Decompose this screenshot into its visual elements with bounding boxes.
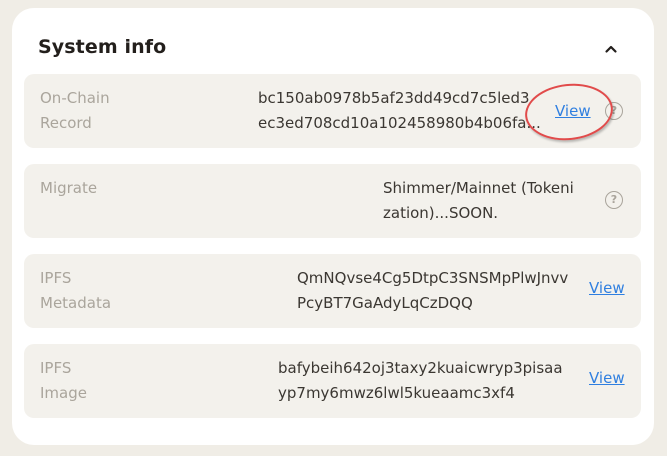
view-link[interactable]: View [589,279,625,297]
question-circle-icon[interactable]: ? [605,191,623,209]
ipfs-metadata-row: IPFS Metadata QmNQvse4Cg5DtpC3SNSMpPlwJn… [24,254,641,328]
value-line: bc150ab0978b5af23dd49cd7c5led3 [258,89,530,107]
row-value: QmNQvse4Cg5DtpC3SNSMpPlwJnvv PcyBT7GaAdy… [297,266,589,316]
value-line: ec3ed708cd10a102458980b4b06fa... [258,114,541,132]
question-circle-icon[interactable]: ? [605,102,623,120]
row-label: IPFS Image [40,359,87,402]
view-link[interactable]: View [555,102,591,120]
system-info-panel: System info On-Chain Record bc150ab0978b… [12,8,654,445]
value-line: zation)...SOON. [383,204,499,222]
value-line: QmNQvse4Cg5DtpC3SNSMpPlwJnvv [297,269,569,287]
section-header[interactable]: System info [12,8,654,74]
value-line: Shimmer/Mainnet (Tokeni [383,179,574,197]
row-label: On-Chain Record [40,89,110,132]
row-value: bc150ab0978b5af23dd49cd7c5led3 ec3ed708c… [258,86,544,136]
row-label: Migrate [40,179,98,197]
migrate-row: Migrate Shimmer/Mainnet (Tokeni zation).… [24,164,641,238]
section-title: System info [38,36,167,58]
view-link[interactable]: View [589,369,625,387]
row-value: bafybeih642oj3taxy2kuaicwryp3pisaa yp7my… [278,356,589,406]
value-line: bafybeih642oj3taxy2kuaicwryp3pisaa [278,359,563,377]
ipfs-image-row: IPFS Image bafybeih642oj3taxy2kuaicwryp3… [24,344,641,418]
value-line: PcyBT7GaAdyLqCzDQQ [297,294,473,312]
row-value: Shimmer/Mainnet (Tokeni zation)...SOON. [383,176,603,226]
row-label: IPFS Metadata [40,269,112,312]
chevron-up-icon[interactable] [602,40,620,58]
value-line: yp7my6mwz6lwl5kueaamc3xf4 [278,384,515,402]
on-chain-record-row: On-Chain Record bc150ab0978b5af23dd49cd7… [24,74,641,148]
